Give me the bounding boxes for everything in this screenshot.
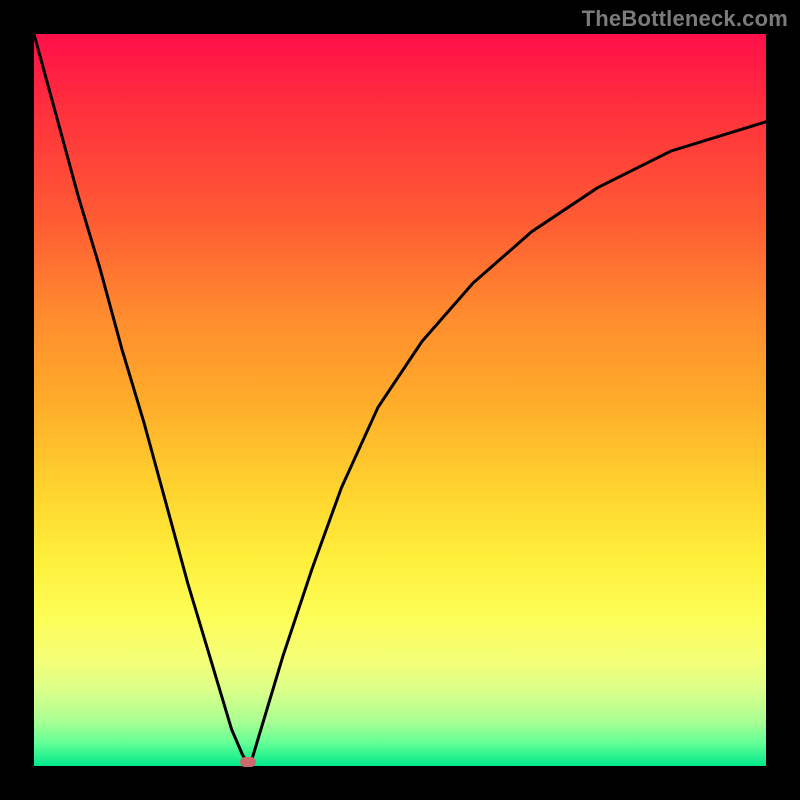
watermark-text: TheBottleneck.com (582, 6, 788, 32)
bottleneck-curve (34, 34, 766, 766)
chart-frame: TheBottleneck.com (0, 0, 800, 800)
plot-area (34, 34, 766, 766)
curve-path (34, 34, 766, 766)
optimum-marker (240, 757, 256, 767)
